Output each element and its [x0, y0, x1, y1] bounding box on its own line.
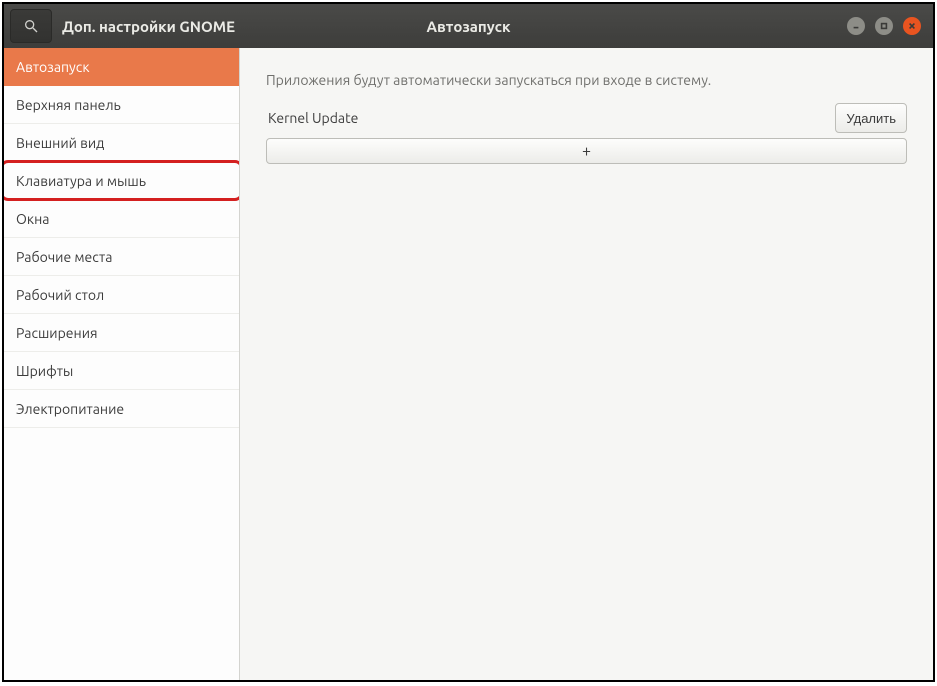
window-body: Автозапуск Верхняя панель Внешний вид Клави… [4, 48, 933, 680]
startup-app-name: Kernel Update [266, 110, 835, 126]
window-controls [847, 17, 933, 35]
sidebar-item-3[interactable]: Клавиатура и мышь [4, 162, 239, 200]
sidebar-item-label: Клавиатура и мышь [16, 173, 146, 189]
page-title: Автозапуск [426, 18, 510, 35]
sidebar-item-0[interactable]: Автозапуск [4, 48, 239, 86]
sidebar-item-9[interactable]: Электропитание [4, 390, 239, 428]
sidebar-item-label: Верхняя панель [16, 97, 121, 113]
maximize-icon [880, 22, 888, 30]
sidebar-item-4[interactable]: Окна [4, 200, 239, 238]
minimize-icon [852, 22, 860, 30]
sidebar-item-6[interactable]: Рабочий стол [4, 276, 239, 314]
sidebar-item-7[interactable]: Расширения [4, 314, 239, 352]
minimize-button[interactable] [847, 17, 865, 35]
sidebar-item-label: Шрифты [16, 363, 73, 379]
maximize-button[interactable] [875, 17, 893, 35]
close-button[interactable] [903, 17, 921, 35]
content-description: Приложения будут автоматически запускать… [266, 72, 907, 88]
sidebar-item-label: Расширения [16, 325, 98, 341]
sidebar-item-label: Рабочий стол [16, 287, 104, 303]
sidebar-item-label: Электропитание [16, 401, 124, 417]
sidebar-item-label: Рабочие места [16, 249, 112, 265]
sidebar: Автозапуск Верхняя панель Внешний вид Клави… [4, 48, 240, 680]
sidebar-item-1[interactable]: Верхняя панель [4, 86, 239, 124]
sidebar-item-5[interactable]: Рабочие места [4, 238, 239, 276]
search-button[interactable] [10, 9, 52, 43]
sidebar-item-8[interactable]: Шрифты [4, 352, 239, 390]
search-icon [23, 18, 39, 34]
sidebar-item-2[interactable]: Внешний вид [4, 124, 239, 162]
add-app-button[interactable]: + [266, 138, 907, 164]
startup-app-row: Kernel UpdateУдалить [266, 102, 907, 134]
close-icon [908, 22, 916, 30]
sidebar-item-label: Внешний вид [16, 135, 104, 151]
sidebar-item-label: Автозапуск [16, 59, 90, 75]
app-title: Доп. настройки GNOME [62, 18, 235, 35]
content-pane: Приложения будут автоматически запускать… [240, 48, 933, 680]
delete-app-button[interactable]: Удалить [835, 103, 907, 133]
startup-apps-list: Kernel UpdateУдалить [266, 102, 907, 138]
titlebar: Доп. настройки GNOME Автозапуск [4, 4, 933, 48]
sidebar-item-label: Окна [16, 211, 49, 227]
app-window: Доп. настройки GNOME Автозапуск Автозапу… [2, 2, 935, 682]
